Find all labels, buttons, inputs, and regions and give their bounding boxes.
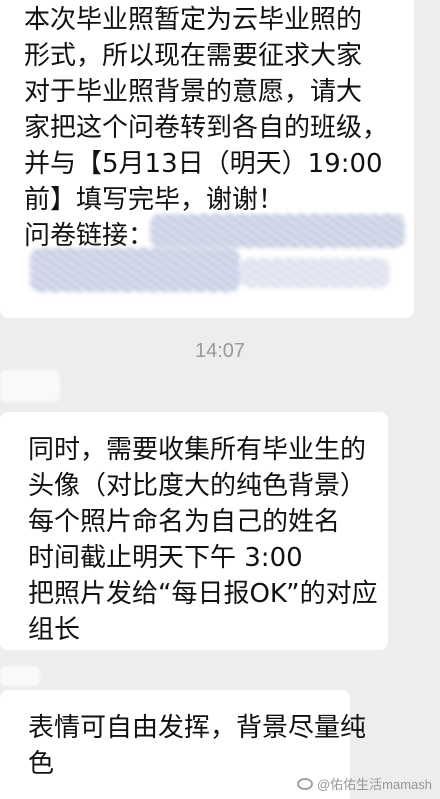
message-timestamp: 14:07 xyxy=(194,340,246,362)
message-line: 同时，需要收集所有毕业生的 xyxy=(28,435,367,465)
message-line: 组长 xyxy=(28,615,81,645)
watermark: @佑佑生活mamash xyxy=(296,774,432,793)
message-line: 前】填写完毕，谢谢！ xyxy=(24,185,285,215)
message-line: 家把这个问卷转到各自的班级， xyxy=(24,113,389,143)
redacted-link xyxy=(30,248,240,292)
chat-window: 本次毕业照暂定为云毕业照的 形式，所以现在需要征求大家 对于毕业照背景的意愿，请… xyxy=(0,0,440,799)
message-line: 本次毕业照暂定为云毕业照的 xyxy=(24,5,363,35)
message-line: 对于毕业照背景的意愿，请大 xyxy=(24,77,363,107)
message-line: 形式，所以现在需要征求大家 xyxy=(24,41,363,71)
weibo-icon xyxy=(296,777,313,790)
watermark-text: @佑佑生活mamash xyxy=(316,777,432,792)
message-line: 时间截止明天下午 3:00 xyxy=(28,543,303,573)
redacted-avatar xyxy=(0,666,40,686)
redacted-link xyxy=(150,214,405,248)
message-line: 并与【5月13日（明天）19:00 xyxy=(24,149,383,179)
message-line: 表情可自由发挥，背景尽量纯 xyxy=(28,713,367,743)
message-line: 色 xyxy=(28,749,55,779)
message-line: 每个照片命名为自己的姓名 xyxy=(28,507,341,537)
message-line: 头像（对比度大的纯色背景） xyxy=(28,471,367,501)
message-line: 把照片发给“每日报OK”的对应 xyxy=(28,579,378,609)
redacted-link xyxy=(240,258,390,288)
message-bubble-2[interactable]: 同时，需要收集所有毕业生的 头像（对比度大的纯色背景） 每个照片命名为自己的姓名… xyxy=(0,412,388,650)
redacted-avatar xyxy=(0,370,60,402)
